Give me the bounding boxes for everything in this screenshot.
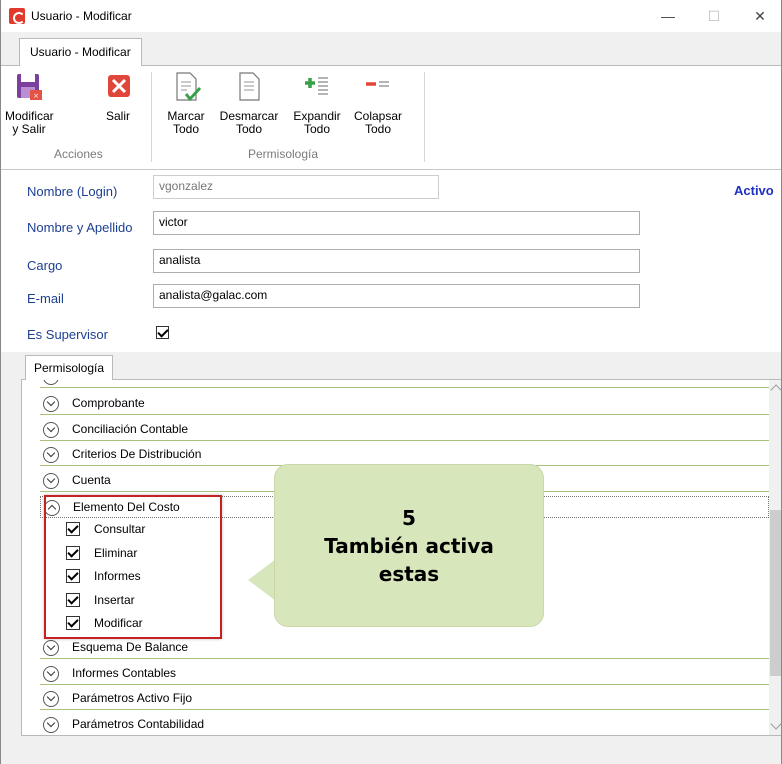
scroll-down-arrow-icon[interactable] — [770, 718, 781, 730]
expandir-todo-button[interactable]: Expandir Todo — [290, 70, 344, 136]
desmarcar-todo-button[interactable]: Desmarcar Todo — [214, 70, 284, 136]
check-doc-icon — [169, 70, 203, 104]
user-modify-window: Usuario - Modificar — ☐ ✕ Usuario - Modi… — [0, 0, 782, 764]
group-separator — [424, 72, 425, 162]
email-field[interactable]: analista@galac.com — [153, 284, 640, 308]
maximize-button[interactable]: ☐ — [691, 4, 737, 28]
ribbon-tab-usuario-modificar[interactable]: Usuario - Modificar — [19, 38, 142, 67]
collapse-icon — [361, 70, 395, 104]
salir-button[interactable]: Salir — [99, 70, 137, 123]
expand-toggle-icon[interactable] — [43, 716, 59, 733]
modificar-salir-label-2: y Salir — [12, 122, 46, 136]
minimize-button[interactable]: — — [645, 4, 691, 28]
blank-doc-icon — [232, 70, 266, 104]
tree-row-label: Informes Contables — [72, 665, 177, 680]
svg-text:×: × — [33, 92, 39, 100]
email-label: E-mail — [27, 291, 64, 306]
marcar-todo-button[interactable]: Marcar Todo — [161, 70, 211, 136]
expand-icon — [300, 70, 334, 104]
login-field: vgonzalez — [153, 175, 439, 199]
tree-row-comprobante[interactable]: Comprobante — [40, 393, 769, 415]
save-icon: × — [12, 70, 46, 104]
expand-toggle-icon[interactable] — [43, 665, 59, 682]
window-title: Usuario - Modificar — [31, 9, 132, 23]
tree-row-partial — [40, 380, 769, 388]
expand-toggle-icon[interactable] — [43, 472, 59, 489]
expand-toggle-icon[interactable] — [43, 396, 59, 412]
expand-toggle-icon[interactable] — [43, 691, 59, 707]
scrollbar-thumb[interactable] — [770, 510, 781, 676]
tree-row-label: Criterios De Distribución — [72, 447, 202, 461]
callout-number: 5 — [402, 505, 416, 530]
close-window-button[interactable]: ✕ — [737, 4, 781, 28]
tree-row-label: Comprobante — [72, 396, 145, 410]
supervisor-checkbox[interactable] — [156, 326, 169, 339]
name-label: Nombre y Apellido — [27, 220, 133, 235]
callout-line-1: También activa — [324, 533, 494, 558]
callout-pointer — [248, 559, 276, 601]
app-logo-icon — [9, 8, 25, 24]
tree-row-parametros-activo-fijo[interactable]: Parámetros Activo Fijo — [40, 688, 769, 710]
marcar-todo-label-2: Todo — [172, 122, 200, 136]
desmarcar-todo-label-2: Todo — [235, 122, 263, 136]
highlight-box — [44, 495, 222, 639]
tree-row-label: Parámetros Activo Fijo — [72, 691, 193, 705]
expand-toggle-icon[interactable] — [43, 380, 59, 385]
tree-row-informes-contables[interactable]: Informes Contables — [40, 663, 769, 685]
cargo-label: Cargo — [27, 258, 63, 273]
status-badge: Activo — [734, 183, 774, 198]
callout-line-2: estas — [378, 561, 440, 586]
tree-row-label: Esquema De Balance — [72, 640, 189, 654]
expandir-todo-label-2: Todo — [303, 122, 331, 136]
close-icon — [101, 70, 135, 104]
name-field[interactable]: victor — [153, 211, 640, 235]
vertical-scrollbar[interactable] — [769, 380, 781, 735]
colapsar-todo-label-2: Todo — [364, 122, 392, 136]
cargo-field[interactable]: analista — [153, 249, 640, 273]
tree-row-label: Conciliación Contable — [72, 421, 189, 436]
expand-toggle-icon[interactable] — [43, 447, 59, 463]
tree-row-parametros-contabilidad[interactable]: Parámetros Contabilidad — [40, 714, 769, 735]
group-separator — [151, 72, 152, 162]
title-bar: Usuario - Modificar — ☐ ✕ — [1, 0, 781, 32]
login-label: Nombre (Login) — [27, 184, 118, 199]
scroll-up-arrow-icon[interactable] — [770, 384, 781, 396]
ribbon-tab-strip: Usuario - Modificar — [1, 32, 781, 67]
modificar-salir-button[interactable]: × Modificar y Salir — [5, 70, 54, 136]
tree-row-label: Cuenta — [72, 472, 111, 487]
user-form: Nombre (Login) vgonzalez Activo Nombre y… — [1, 170, 781, 352]
annotation-callout: 5 También activa estas — [274, 464, 544, 627]
window-bottom-edge — [1, 747, 781, 764]
salir-label: Salir — [105, 109, 130, 123]
tab-permisologia[interactable]: Permisología — [25, 355, 114, 380]
tree-row-esquema-de-balance[interactable]: Esquema De Balance — [40, 637, 769, 659]
tree-row-label: Parámetros Contabilidad — [72, 716, 205, 731]
expand-toggle-icon[interactable] — [43, 640, 59, 656]
colapsar-todo-button[interactable]: Colapsar Todo — [350, 70, 406, 136]
supervisor-label: Es Supervisor — [27, 327, 108, 342]
tree-row-criterios-de-distribucion[interactable]: Criterios De Distribución — [40, 444, 769, 466]
tree-row-conciliacion-contable[interactable]: Conciliación Contable — [40, 419, 769, 441]
acciones-group-label: Acciones — [54, 147, 103, 161]
ribbon: × Modificar y Salir Salir Acciones Marca… — [1, 66, 781, 170]
expand-toggle-icon[interactable] — [43, 421, 59, 438]
permisologia-group-label: Permisología — [248, 147, 319, 161]
